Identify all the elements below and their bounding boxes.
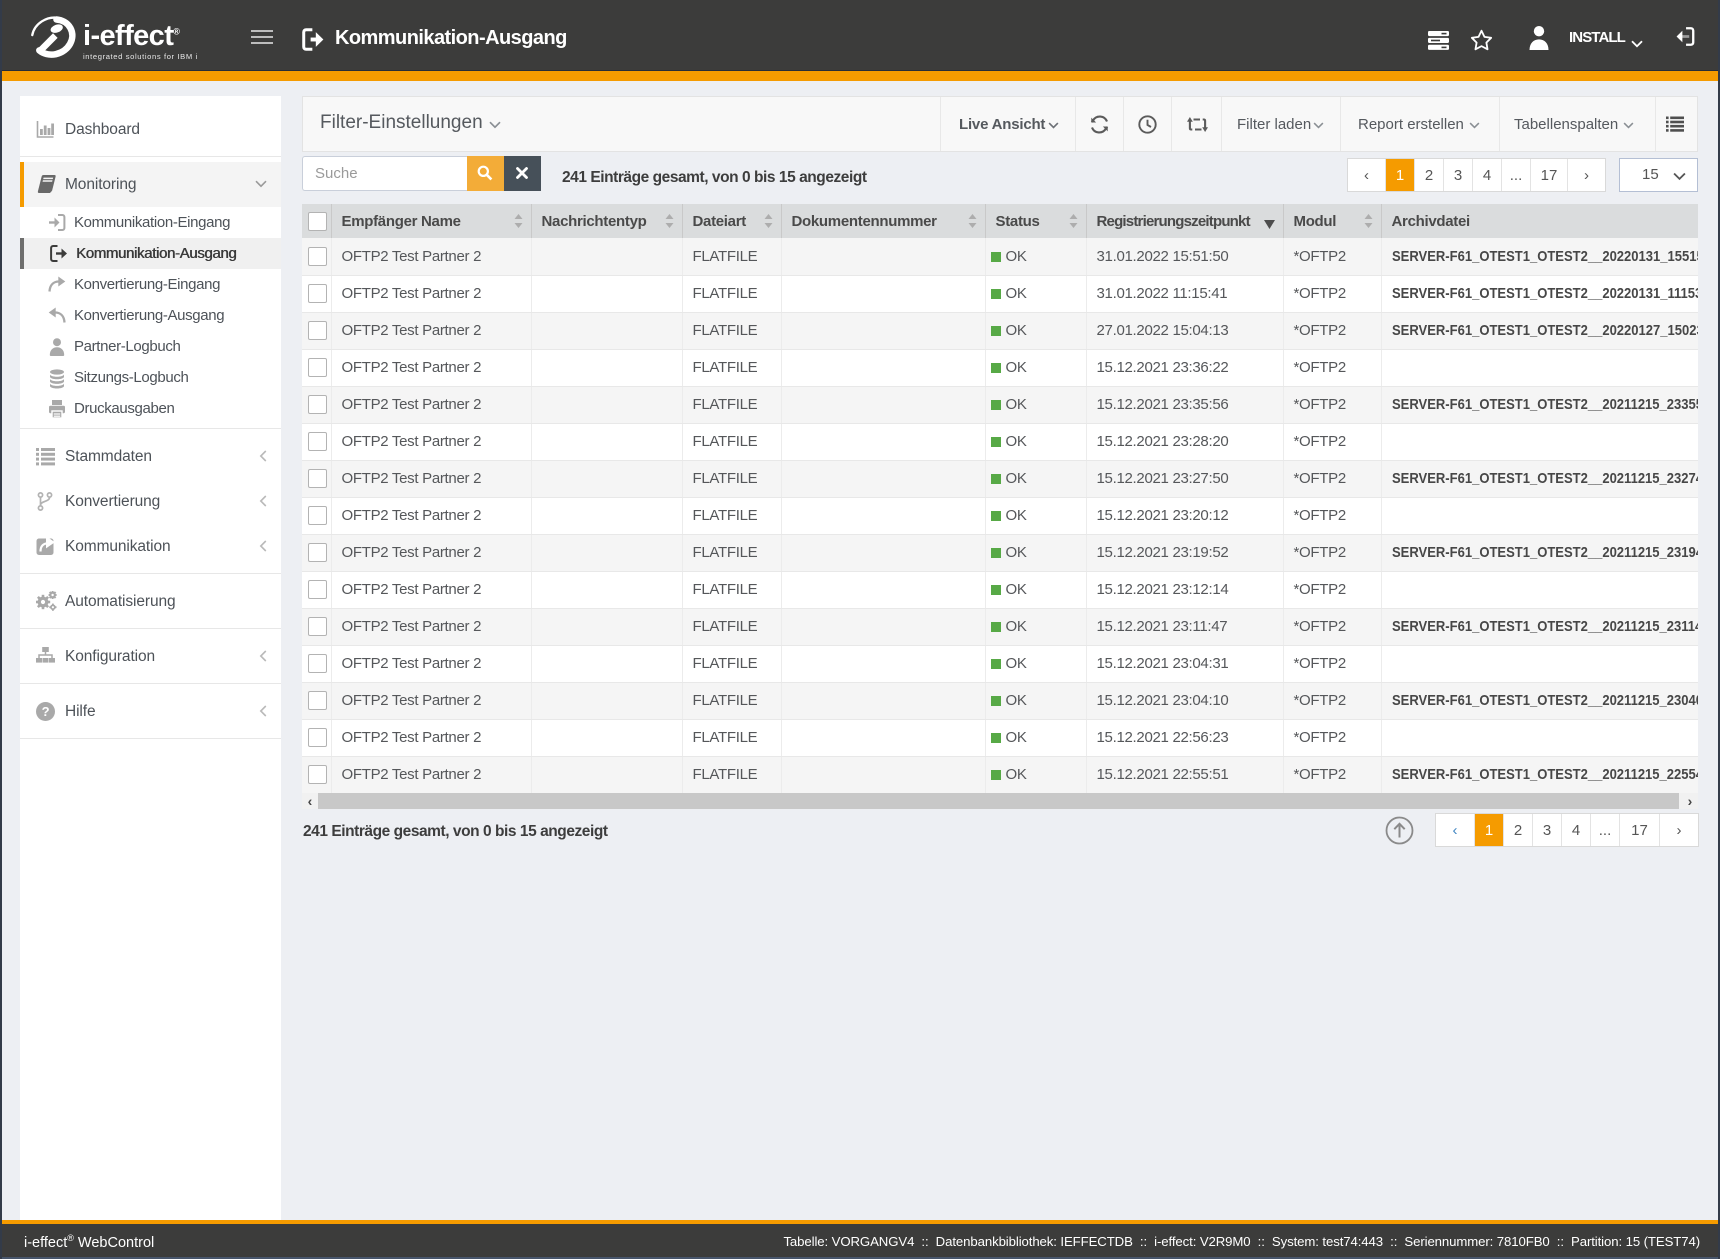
svg-text:?: ? [42, 704, 50, 719]
